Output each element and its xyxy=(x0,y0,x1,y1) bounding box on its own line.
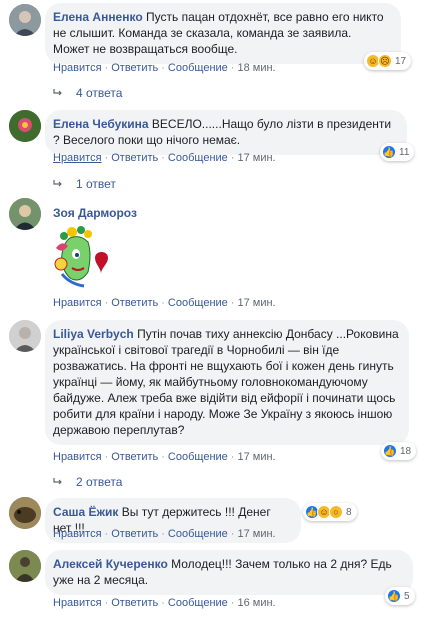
reaction-count: 5 xyxy=(404,590,410,602)
like-reaction-icon: 👍 xyxy=(387,589,401,603)
sticker xyxy=(50,224,114,292)
comment-actions: Нравится · Ответить · Сообщение · 17 мин. xyxy=(53,528,276,540)
reply-arrow-icon xyxy=(53,89,62,96)
avatar[interactable] xyxy=(9,198,41,230)
view-replies[interactable]: 4 ответа xyxy=(53,85,122,101)
replies-count[interactable]: 2 ответа xyxy=(76,474,122,490)
like-link[interactable]: Нравится xyxy=(53,528,102,540)
reactions-summary[interactable]: 👍 ☺ ○ 8 xyxy=(303,503,357,521)
reply-link[interactable]: Ответить xyxy=(111,451,158,463)
avatar[interactable] xyxy=(9,550,41,582)
author-name[interactable]: Liliya Verbych xyxy=(53,327,134,341)
reply-link[interactable]: Ответить xyxy=(111,528,158,540)
message-link[interactable]: Сообщение xyxy=(168,528,228,540)
timestamp[interactable]: 17 мин. xyxy=(237,152,275,164)
timestamp[interactable]: 18 мин. xyxy=(237,62,275,74)
message-link[interactable]: Сообщение xyxy=(168,297,228,309)
wow-reaction-icon: ○ xyxy=(329,505,343,519)
comment-actions: Нравится · Ответить · Сообщение · 18 мин. xyxy=(53,62,276,74)
comment-bubble: Liliya Verbych Путін почав тиху аннексію… xyxy=(45,320,409,445)
comment-bubble: Елена Анненко Пусть пацан отдохнёт, все … xyxy=(45,3,401,64)
like-reaction-icon: 👍 xyxy=(382,145,396,159)
like-link[interactable]: Нравится xyxy=(53,152,102,164)
reply-link[interactable]: Ответить xyxy=(111,152,158,164)
comment-actions: Нравится · Ответить · Сообщение · 17 мин. xyxy=(53,451,276,463)
message-link[interactable]: Сообщение xyxy=(168,451,228,463)
author-name[interactable]: Зоя Дармороз xyxy=(53,206,137,220)
reply-link[interactable]: Ответить xyxy=(111,297,158,309)
reply-arrow-icon xyxy=(53,478,62,485)
sad-reaction-icon: ☹ xyxy=(378,54,392,68)
reactions-summary[interactable]: 👍 5 xyxy=(385,587,415,605)
timestamp[interactable]: 16 мин. xyxy=(237,597,275,609)
reactions-summary[interactable]: 👍 11 xyxy=(380,143,415,161)
avatar[interactable] xyxy=(9,4,41,36)
like-link[interactable]: Нравится xyxy=(53,297,102,309)
avatar[interactable] xyxy=(9,497,41,529)
view-replies[interactable]: 1 ответ xyxy=(53,176,116,192)
replies-count[interactable]: 1 ответ xyxy=(76,176,116,192)
reply-arrow-icon xyxy=(53,180,62,187)
replies-count[interactable]: 4 ответа xyxy=(76,85,122,101)
timestamp[interactable]: 17 мин. xyxy=(237,528,275,540)
message-link[interactable]: Сообщение xyxy=(168,62,228,74)
reply-link[interactable]: Ответить xyxy=(111,62,158,74)
avatar[interactable] xyxy=(9,110,41,142)
author-name[interactable]: Елена Чебукина xyxy=(53,117,149,131)
author-name[interactable]: Саша Ёжик xyxy=(53,505,118,519)
message-link[interactable]: Сообщение xyxy=(168,597,228,609)
comment-actions: Нравится · Ответить · Сообщение · 17 мин. xyxy=(53,297,276,309)
like-reaction-icon: 👍 xyxy=(383,444,397,458)
author-name[interactable]: Елена Анненко xyxy=(53,10,143,24)
timestamp[interactable]: 17 мин. xyxy=(237,451,275,463)
comment-text: Путін почав тиху аннексію Донбасу ...Рок… xyxy=(53,327,399,437)
timestamp[interactable]: 17 мин. xyxy=(237,297,275,309)
message-link[interactable]: Сообщение xyxy=(168,152,228,164)
like-link[interactable]: Нравится xyxy=(53,451,102,463)
author-name[interactable]: Алексей Кучеренко xyxy=(53,557,168,571)
view-replies[interactable]: 2 ответа xyxy=(53,474,122,490)
comment-bubble: Алексей Кучеренко Молодец!!! Зачем тольк… xyxy=(45,550,413,595)
comment-bubble: Елена Чебукина ВЕСЕЛО......Нащо було ліз… xyxy=(45,110,407,155)
avatar[interactable] xyxy=(9,320,41,352)
reaction-count: 11 xyxy=(399,146,410,158)
reactions-summary[interactable]: ☺ ☹ 17 xyxy=(364,52,412,70)
reaction-count: 18 xyxy=(400,445,412,457)
reaction-count: 17 xyxy=(395,55,407,67)
comment-actions: Нравится · Ответить · Сообщение · 16 мин. xyxy=(53,597,276,609)
like-link[interactable]: Нравится xyxy=(53,597,102,609)
reactions-summary[interactable]: 👍 18 xyxy=(381,442,417,460)
reaction-count: 8 xyxy=(346,506,352,518)
reply-link[interactable]: Ответить xyxy=(111,597,158,609)
comment-actions: Нравится · Ответить · Сообщение · 17 мин. xyxy=(53,152,276,164)
like-link[interactable]: Нравится xyxy=(53,62,102,74)
